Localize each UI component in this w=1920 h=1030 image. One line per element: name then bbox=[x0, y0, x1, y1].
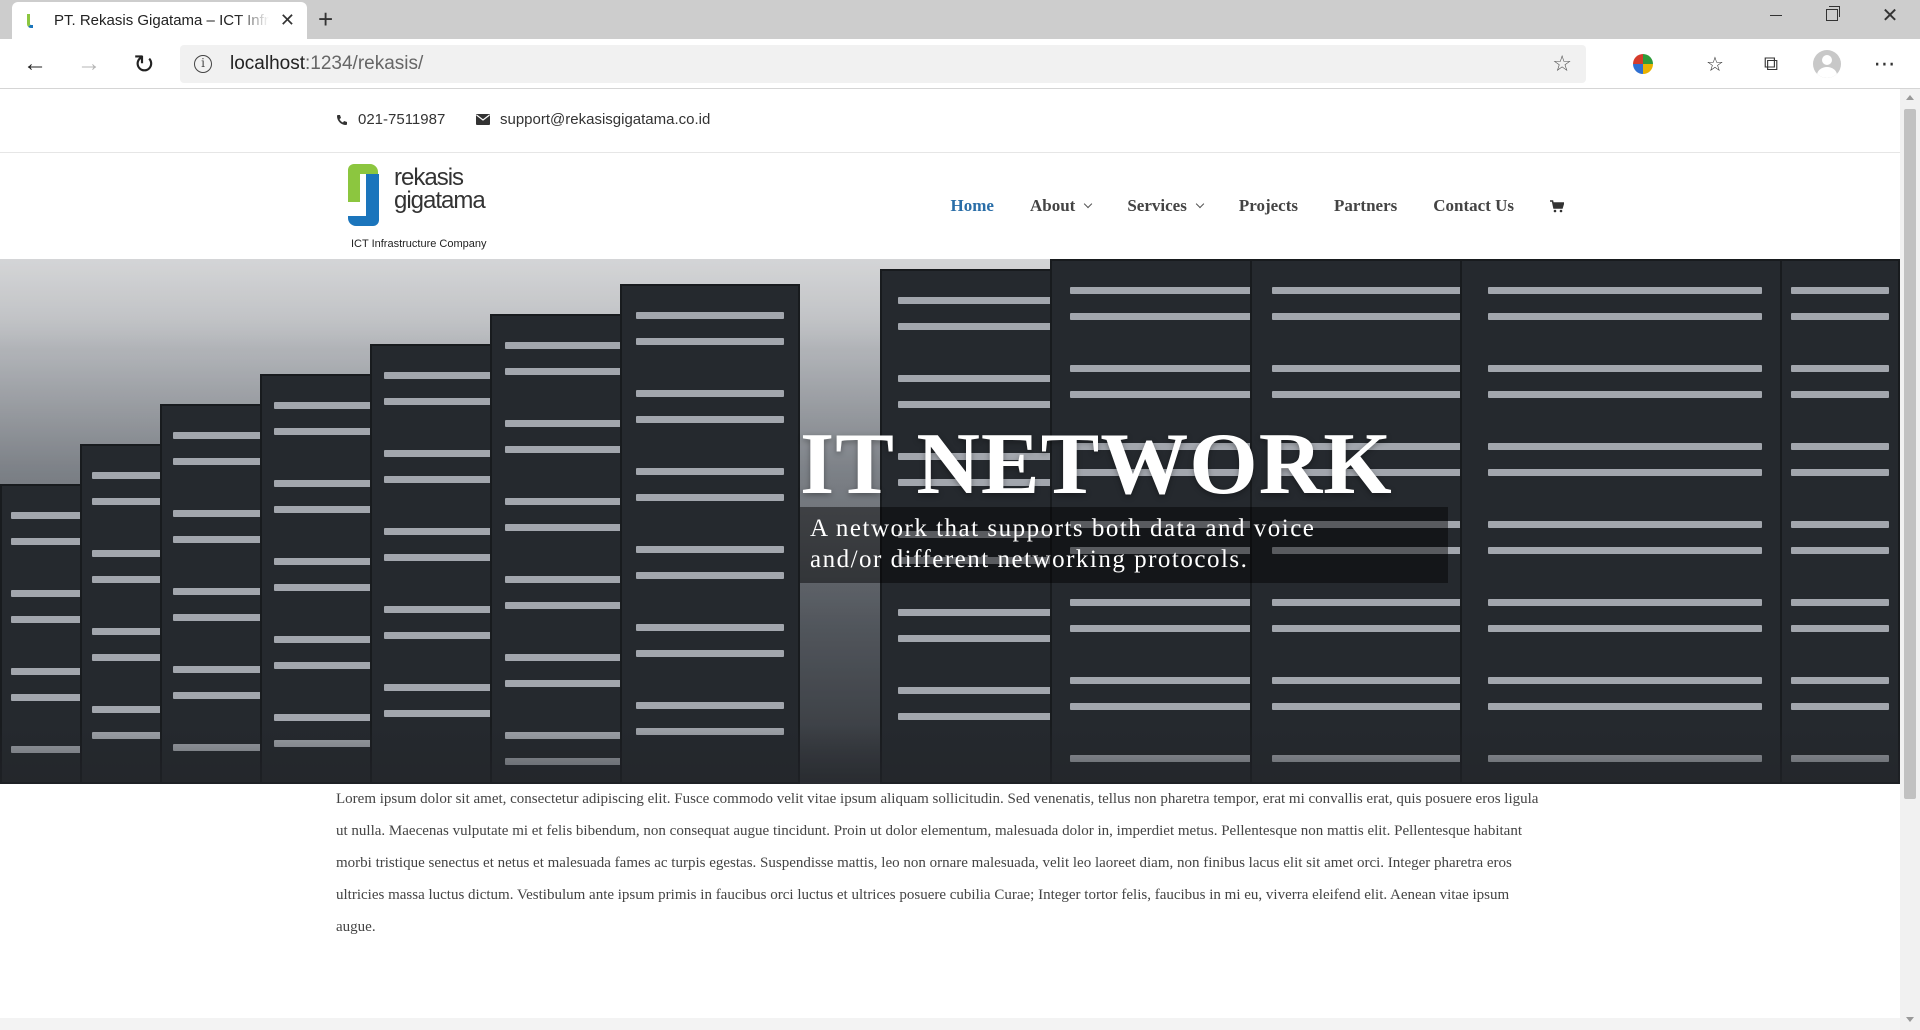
nav-item-label: Projects bbox=[1238, 196, 1298, 215]
reload-icon[interactable]: ↻ bbox=[127, 47, 161, 81]
nav-item-services[interactable]: Services bbox=[1127, 196, 1205, 216]
logo-mark-icon bbox=[348, 164, 386, 226]
scroll-up-arrow-icon[interactable] bbox=[1906, 95, 1914, 100]
favorites-list-icon[interactable]: ☆ bbox=[1700, 49, 1730, 79]
site-info-icon[interactable]: i bbox=[194, 55, 212, 73]
hero-subtitle-box: A network that supports both data and vo… bbox=[800, 507, 1448, 583]
browser-tab[interactable]: PT. Rekasis Gigatama – ICT Infrastructur… bbox=[12, 2, 307, 39]
email-address: support@rekasisgigatama.co.id bbox=[500, 111, 711, 128]
site-logo[interactable]: rekasis gigatama ICT Infrastructure Comp… bbox=[346, 162, 496, 254]
profile-avatar[interactable] bbox=[1812, 49, 1842, 79]
close-tab-icon[interactable]: ✕ bbox=[280, 10, 295, 31]
nav-item-label: About bbox=[1029, 196, 1076, 215]
url-text[interactable]: localhost:1234/rekasis/ bbox=[230, 53, 423, 75]
main-navigation: Home About Services Projects Partners Co… bbox=[915, 153, 1564, 259]
hero-subtitle-line: A network that supports both data and vo… bbox=[810, 515, 1316, 542]
close-window-button[interactable]: ✕ bbox=[1862, 0, 1918, 30]
url-host: localhost bbox=[230, 53, 305, 74]
hero-banner: IT NETWORK A network that supports both … bbox=[0, 259, 1900, 784]
phone-contact: 021-7511987 bbox=[336, 111, 445, 128]
browser-tab-strip: PT. Rekasis Gigatama – ICT Infrastructur… bbox=[0, 0, 1920, 39]
new-tab-icon[interactable]: + bbox=[318, 6, 333, 32]
scrollbar-thumb[interactable] bbox=[1904, 109, 1916, 799]
browser-toolbar: ← → ↻ i localhost:1234/rekasis/ ☆ ☆ ⧉ ⋯ bbox=[0, 39, 1920, 89]
back-arrow-icon[interactable]: ← bbox=[18, 47, 52, 81]
logo-word-gigatama: gigatama bbox=[394, 187, 486, 214]
nav-item-label: Contact Us bbox=[1433, 196, 1514, 215]
minimize-window-button[interactable] bbox=[1748, 0, 1804, 30]
email-contact: support@rekasisgigatama.co.id bbox=[476, 111, 710, 128]
nav-item-home[interactable]: Home bbox=[951, 196, 994, 216]
url-path: :1234/rekasis/ bbox=[305, 53, 424, 74]
logo-tagline: ICT Infrastructure Company bbox=[351, 238, 487, 250]
chevron-down-icon bbox=[1195, 199, 1205, 209]
site-header: rekasis gigatama ICT Infrastructure Comp… bbox=[0, 153, 1900, 259]
nav-item-contact-us[interactable]: Contact Us bbox=[1433, 196, 1514, 216]
restore-window-button[interactable] bbox=[1804, 0, 1860, 30]
nav-item-label: Home bbox=[950, 196, 994, 215]
nav-item-partners[interactable]: Partners bbox=[1334, 196, 1397, 216]
shopping-cart-icon[interactable] bbox=[1550, 199, 1564, 213]
phone-icon bbox=[337, 114, 347, 125]
page-footer-edge bbox=[0, 1018, 1900, 1030]
nav-item-label: Partners bbox=[1333, 196, 1398, 215]
scroll-down-arrow-icon[interactable] bbox=[1906, 1017, 1914, 1022]
tab-title: PT. Rekasis Gigatama – ICT Infrastructur… bbox=[54, 12, 269, 29]
page-scrollbar[interactable] bbox=[1900, 89, 1920, 1030]
nav-item-projects[interactable]: Projects bbox=[1239, 196, 1298, 216]
collections-icon[interactable]: ⧉ bbox=[1756, 49, 1786, 79]
more-options-icon[interactable]: ⋯ bbox=[1870, 49, 1900, 79]
forward-arrow-icon[interactable]: → bbox=[72, 47, 106, 81]
contact-topbar: 021-7511987 support@rekasisgigatama.co.i… bbox=[0, 89, 1900, 153]
intro-paragraph: Lorem ipsum dolor sit amet, consectetur … bbox=[336, 791, 1539, 935]
site-favicon-icon bbox=[24, 13, 40, 29]
page-viewport: 021-7511987 support@rekasisgigatama.co.i… bbox=[0, 89, 1900, 1030]
nav-item-about[interactable]: About bbox=[1029, 196, 1093, 216]
extension-globe-icon[interactable] bbox=[1628, 49, 1658, 79]
chevron-down-icon bbox=[1084, 199, 1093, 209]
hero-title: IT NETWORK bbox=[800, 416, 1393, 513]
address-bar[interactable]: i localhost:1234/rekasis/ ☆ bbox=[180, 45, 1586, 83]
nav-item-label: Services bbox=[1127, 196, 1187, 215]
phone-number: 021-7511987 bbox=[358, 111, 446, 128]
envelope-icon bbox=[476, 114, 490, 125]
hero-subtitle-line: and/or different networking protocols. bbox=[810, 546, 1249, 573]
favorite-star-icon[interactable]: ☆ bbox=[1552, 51, 1572, 77]
